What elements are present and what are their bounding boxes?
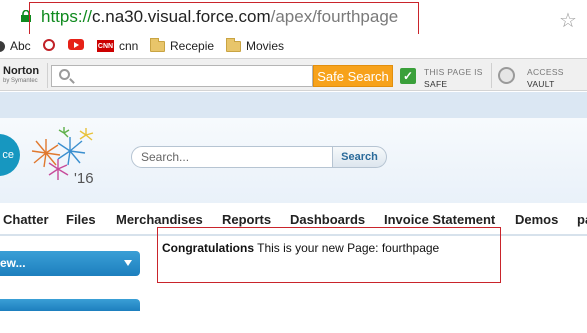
create-new-dropdown[interactable]: ew...: [0, 251, 140, 276]
divider: [47, 63, 48, 88]
message-text: This is your new Page: fourthpage: [254, 241, 440, 255]
cnn-icon: CNN: [97, 40, 114, 52]
tab-invoice-statement[interactable]: Invoice Statement: [384, 212, 495, 227]
sf-search-input[interactable]: [141, 149, 326, 165]
bookmark-recepie[interactable]: Recepie: [150, 37, 215, 53]
content-highlight-box: [157, 227, 501, 283]
bookmark-label: Movies: [246, 39, 285, 53]
search-icon: [59, 69, 70, 80]
tab-demos[interactable]: Demos: [515, 212, 558, 227]
tab-partial[interactable]: pa: [577, 212, 587, 227]
norton-search-input[interactable]: [51, 65, 313, 87]
sidebar-section-header: [0, 299, 140, 311]
tab-merchandises[interactable]: Merchandises: [116, 212, 203, 227]
folder-icon: [226, 37, 241, 52]
page-message: Congratulations This is your new Page: f…: [162, 241, 439, 255]
bookmarks-bar: Abc CNN cnn Recepie Movies: [0, 34, 587, 58]
norton-logo-text: Norton: [3, 65, 40, 77]
sf-top-strip: [0, 92, 587, 118]
tab-files[interactable]: Files: [66, 212, 96, 227]
tab-reports[interactable]: Reports: [222, 212, 271, 227]
bookmark-youtube[interactable]: [68, 39, 84, 50]
chevron-down-icon: [124, 260, 132, 266]
message-heading: Congratulations: [162, 241, 254, 255]
dot-icon: [0, 40, 5, 52]
bookmark-movies[interactable]: Movies: [226, 37, 285, 53]
bookmark-abc[interactable]: Abc: [0, 39, 31, 53]
divider: [491, 63, 492, 88]
vault-line2: VAULT: [527, 79, 555, 89]
sf-search-button[interactable]: Search: [333, 146, 387, 168]
youtube-icon: [68, 39, 84, 50]
bookmark-cnn[interactable]: CNN cnn: [97, 39, 138, 53]
norton-toolbar: Norton by Symantec Safe Search ✓ THIS PA…: [0, 58, 587, 91]
norton-logo-sub: by Symantec: [3, 78, 38, 84]
vault-icon: [498, 67, 515, 84]
status-line1: THIS PAGE IS: [424, 67, 483, 77]
vault-line1: ACCESS: [527, 67, 564, 77]
logo-text: ce: [2, 149, 14, 161]
create-new-label: ew...: [0, 256, 26, 270]
tab-chatter[interactable]: Chatter: [3, 212, 49, 227]
tab-dashboards[interactable]: Dashboards: [290, 212, 365, 227]
bookmark-star-icon[interactable]: ☆: [559, 8, 577, 33]
status-line2: SAFE: [424, 79, 448, 89]
check-icon: ✓: [400, 68, 416, 84]
folder-icon: [150, 37, 165, 52]
year-badge: '16: [74, 170, 94, 187]
page-safe-status[interactable]: THIS PAGE IS SAFE: [424, 66, 483, 90]
access-vault[interactable]: ACCESS VAULT: [527, 66, 564, 90]
bookmark-label: Abc: [10, 39, 31, 53]
bookmark-label: cnn: [119, 39, 139, 53]
c-icon: [43, 39, 55, 51]
norton-logo[interactable]: Norton by Symantec: [0, 65, 44, 87]
bookmark-label: Recepie: [170, 39, 215, 53]
safe-search-button[interactable]: Safe Search: [313, 65, 393, 87]
bookmark-c[interactable]: [43, 39, 55, 51]
